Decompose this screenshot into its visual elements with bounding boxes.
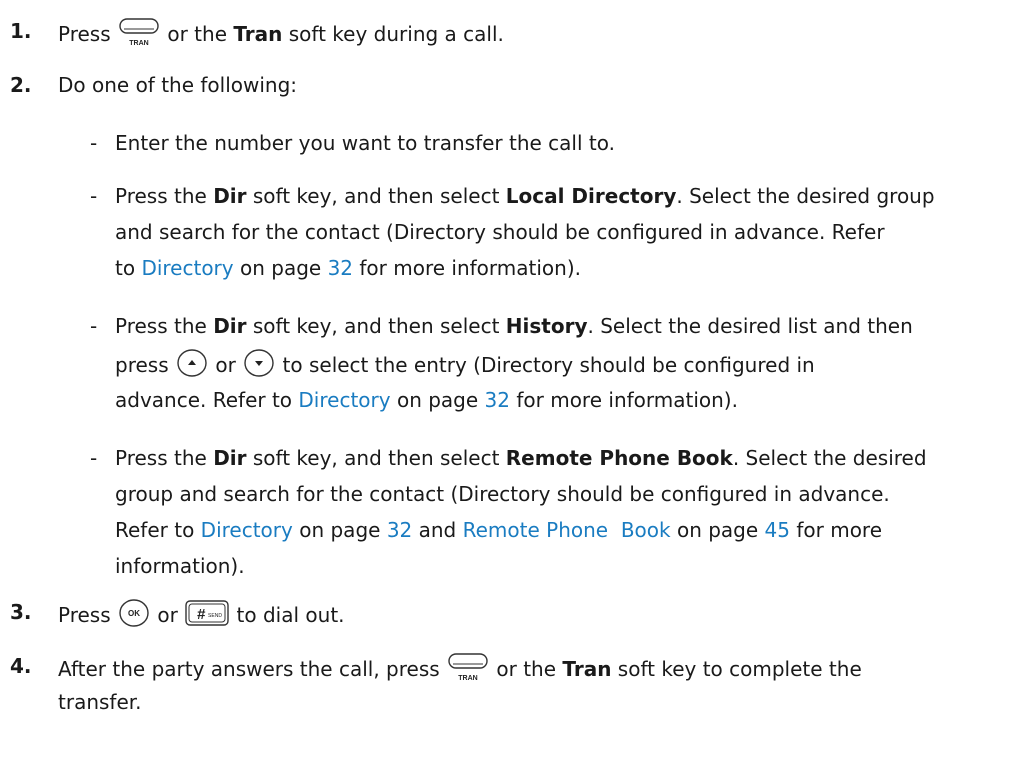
text: . Select the desired list and then bbox=[587, 314, 913, 338]
page-link[interactable]: 32 bbox=[328, 256, 353, 280]
bullet-text: Enter the number you want to transfer th… bbox=[115, 131, 615, 155]
page-link[interactable]: 45 bbox=[765, 518, 790, 542]
step-text: After the party answers the call, press … bbox=[58, 652, 862, 689]
bullet-line: Refer to Directory on page 32 and Remote… bbox=[115, 516, 882, 544]
bullet-line: Press the Dir soft key, and then select … bbox=[115, 444, 927, 472]
text: for more information). bbox=[516, 388, 738, 412]
soft-key-label: Dir bbox=[213, 184, 247, 208]
svg-text:TRAN: TRAN bbox=[129, 40, 148, 47]
page-link[interactable]: 32 bbox=[387, 518, 412, 542]
svg-text:SEND: SEND bbox=[208, 613, 222, 619]
text: press bbox=[115, 353, 169, 377]
text: on page bbox=[239, 256, 322, 280]
text: for more information). bbox=[359, 256, 582, 280]
bullet-line: Press the Dir soft key, and then select … bbox=[115, 182, 935, 210]
directory-link[interactable]: Directory bbox=[201, 518, 293, 542]
text: and bbox=[418, 518, 457, 542]
bullet-line: advance. Refer to Directory on page 32 f… bbox=[115, 386, 738, 414]
remote-phone-book-link[interactable]: Remote Phone Book bbox=[463, 518, 671, 542]
menu-target-label: History bbox=[505, 314, 588, 338]
text: on page bbox=[396, 388, 479, 412]
page-link[interactable]: 32 bbox=[485, 388, 510, 412]
svg-text:#: # bbox=[197, 606, 206, 623]
text: advance. Refer to bbox=[115, 388, 293, 412]
bullet-dash: - bbox=[90, 131, 98, 155]
step-text: Do one of the following: bbox=[58, 73, 298, 97]
step-number: 4. bbox=[10, 654, 32, 678]
text: soft key, and then select bbox=[252, 184, 500, 208]
text: to dial out. bbox=[236, 603, 345, 627]
text: Press bbox=[58, 22, 111, 46]
text: on page bbox=[676, 518, 759, 542]
up-key-icon bbox=[175, 348, 209, 385]
soft-key-label: Dir bbox=[213, 314, 247, 338]
text: or the bbox=[167, 22, 227, 46]
text: or the bbox=[496, 657, 557, 681]
step-number: 1. bbox=[10, 19, 32, 43]
bullet-line: to Directory on page 32 for more informa… bbox=[115, 254, 581, 282]
soft-key-label: Tran bbox=[562, 657, 612, 681]
svg-text:TRAN: TRAN bbox=[458, 675, 477, 682]
text: soft key to complete the bbox=[617, 657, 862, 681]
text: Press bbox=[58, 603, 111, 627]
text: on page bbox=[299, 518, 381, 542]
bullet-line: group and search for the contact (Direct… bbox=[115, 482, 890, 506]
text: soft key, and then select bbox=[252, 314, 500, 338]
bullet-dash: - bbox=[90, 184, 98, 208]
text: to select the entry (Directory should be… bbox=[282, 353, 815, 377]
step-text: Press TRAN or the Tran soft key during a… bbox=[58, 17, 504, 54]
text: to bbox=[115, 256, 136, 280]
tran-key-icon: TRAN bbox=[446, 652, 490, 689]
text: soft key during a call. bbox=[288, 22, 504, 46]
step-text: Press OK or # SEND to dial out. bbox=[58, 598, 345, 635]
soft-key-label: Dir bbox=[213, 446, 247, 470]
bullet-line: Press the Dir soft key, and then select … bbox=[115, 312, 913, 340]
document-page: 1. Press TRAN or the Tran soft key durin… bbox=[0, 0, 1021, 774]
directory-link[interactable]: Directory bbox=[141, 256, 233, 280]
text: soft key, and then select bbox=[252, 446, 500, 470]
text: After the party answers the call, press bbox=[58, 657, 440, 681]
bullet-dash: - bbox=[90, 446, 98, 470]
bullet-line: and search for the contact (Directory sh… bbox=[115, 220, 885, 244]
text: Press the bbox=[115, 446, 207, 470]
down-key-icon bbox=[242, 348, 276, 385]
svg-text:OK: OK bbox=[128, 609, 140, 618]
bullet-line: information). bbox=[115, 554, 245, 578]
bullet-dash: - bbox=[90, 314, 98, 338]
text: Press the bbox=[115, 314, 207, 338]
step-number: 3. bbox=[10, 600, 32, 624]
menu-target-label: Local Directory bbox=[505, 184, 677, 208]
step-text: transfer. bbox=[58, 690, 142, 714]
send-key-icon: # SEND bbox=[184, 598, 230, 635]
ok-key-icon: OK bbox=[117, 598, 151, 635]
text: . Select the desired group bbox=[676, 184, 935, 208]
text: Refer to bbox=[115, 518, 195, 542]
bullet-line: press or to select the entry (Directory … bbox=[115, 348, 815, 385]
directory-link[interactable]: Directory bbox=[298, 388, 390, 412]
tran-key-icon: TRAN bbox=[117, 17, 161, 54]
step-number: 2. bbox=[10, 73, 32, 97]
soft-key-label: Tran bbox=[233, 22, 283, 46]
text: for more bbox=[796, 518, 883, 542]
text: or bbox=[157, 603, 178, 627]
menu-target-label: Remote Phone Book bbox=[505, 446, 733, 470]
text: Press the bbox=[115, 184, 207, 208]
text: . Select the desired bbox=[732, 446, 927, 470]
text: or bbox=[215, 353, 236, 377]
